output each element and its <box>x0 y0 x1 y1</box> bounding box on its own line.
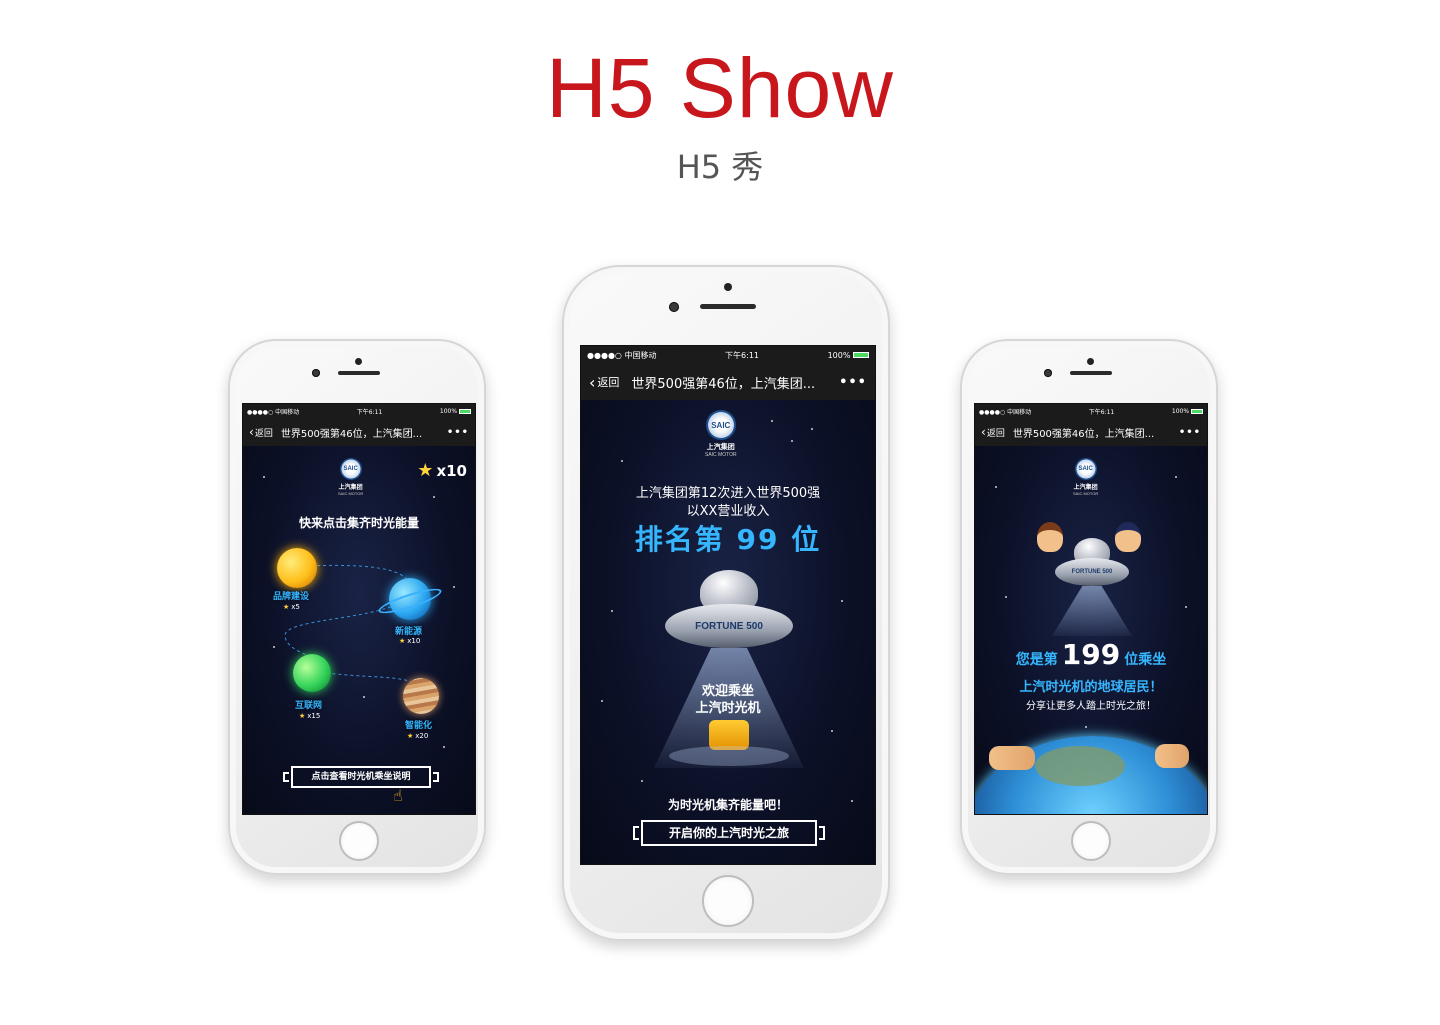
page-title: H5 Show <box>546 41 894 135</box>
status-bar: ●●●●○ 中国移动 下午6:11 100% <box>243 404 475 418</box>
rider-number-line: 您是第 199 位乘坐 <box>1015 638 1167 671</box>
screen-left: ●●●●○ 中国移动 下午6:11 100% ‹ 返回 世界500强第46位，上… <box>242 403 476 815</box>
beam-platform <box>669 746 789 766</box>
planet-internet[interactable] <box>293 654 331 692</box>
rank-headline: 排名第 99 位 <box>634 523 822 556</box>
welcome-line-2: 上汽时光机 <box>695 701 761 716</box>
saic-logo: SAIC 上汽集团 SAIC MOTOR <box>1073 458 1098 496</box>
nav-title: 世界500强第46位，上汽集团... <box>631 376 816 392</box>
time-machine-ufo: FORTUNE 500 <box>1037 538 1147 638</box>
phone-left: ●●●●○ 中国移动 下午6:11 100% ‹ 返回 世界500强第46位，上… <box>228 339 486 875</box>
nav-bar: ‹ 返回 世界500强第46位，上汽集团... ••• <box>975 418 1207 446</box>
more-menu-button[interactable]: ••• <box>1179 427 1201 438</box>
carrier-label: ●●●●○ 中国移动 <box>247 408 300 416</box>
battery-label: 100% <box>1172 408 1203 415</box>
fortune-500-disc: FORTUNE 500 <box>665 604 793 648</box>
home-button[interactable] <box>702 875 754 927</box>
fortune-500-disc: FORTUNE 500 <box>1055 558 1129 586</box>
instructions-button[interactable]: 点击查看时光机乘坐说明 <box>283 766 439 788</box>
orbit-path <box>284 564 424 697</box>
chevron-left-icon: ‹ <box>249 425 254 439</box>
home-button[interactable] <box>339 821 379 861</box>
proximity-sensor-icon <box>1044 369 1052 377</box>
carrier-label: ●●●●○ 中国移动 <box>587 350 657 360</box>
planet-intelligence-label: 智能化 <box>405 721 433 731</box>
front-camera-icon <box>1087 358 1094 365</box>
carrier-label: ●●●●○ 中国移动 <box>979 408 1032 416</box>
front-camera-icon <box>724 283 732 291</box>
saic-badge-icon: SAIC <box>1074 458 1097 480</box>
saic-badge-icon: SAIC <box>705 410 736 440</box>
home-button[interactable] <box>1071 821 1111 861</box>
chevron-left-icon: ‹ <box>589 372 596 392</box>
clock-label: 下午6:11 <box>356 408 383 416</box>
status-bar: ●●●●○ 中国移动 下午6:11 100% <box>975 404 1207 418</box>
status-bar: ●●●●○ 中国移动 下午6:11 100% <box>581 346 875 364</box>
nav-title: 世界500强第46位，上汽集团... <box>280 428 423 440</box>
star-icon: ★ <box>283 603 290 611</box>
phone-center: ●●●●○ 中国移动 下午6:11 100% ‹ 返回 世界500强第46位，上… <box>562 265 890 941</box>
intro-line-2: 以XX营业收入 <box>686 504 770 519</box>
back-label: 返回 <box>254 428 273 439</box>
planet-brand-count: ★ x5 <box>283 603 300 611</box>
h5-content-center: SAIC 上汽集团 SAIC MOTOR 上汽集团第12次进入世界500强 以X… <box>581 400 875 864</box>
phone-right: ●●●●○ 中国移动 下午6:11 100% ‹ 返回 世界500强第46位，上… <box>960 339 1218 875</box>
share-line: 分享让更多人踏上时光之旅！ <box>1026 701 1156 712</box>
earpiece-speaker <box>1070 371 1112 375</box>
clock-label: 下午6:11 <box>1088 408 1115 416</box>
star-icon: ★ <box>399 637 406 645</box>
planet-internet-label: 互联网 <box>295 701 323 711</box>
saic-logo: SAIC 上汽集团 SAIC MOTOR <box>705 410 737 458</box>
back-label: 返回 <box>597 376 620 389</box>
planet-intelligence[interactable] <box>403 678 439 714</box>
pointing-hand-icon: ☝ <box>393 786 403 805</box>
rider-number: 199 <box>1061 638 1121 671</box>
chevron-left-icon: ‹ <box>981 425 986 439</box>
page-subtitle: H5 秀 <box>676 148 764 186</box>
planet-new-energy-count: ★ x10 <box>399 637 421 645</box>
planet-internet-count: ★ x15 <box>299 712 321 720</box>
nav-bar: ‹ 返回 世界500强第46位，上汽集团... ••• <box>581 364 875 400</box>
people-group-left <box>989 746 1035 770</box>
planet-brand-label: 品牌建设 <box>273 592 310 602</box>
planet-new-energy-label: 新能源 <box>395 627 423 637</box>
planet-intelligence-count: ★ x20 <box>407 732 429 740</box>
proximity-sensor-icon <box>669 302 679 312</box>
earpiece-speaker <box>338 371 380 375</box>
h5-content-right: SAIC 上汽集团 SAIC MOTOR FORTUNE 500 您是第 199 位… <box>975 446 1207 814</box>
intro-line-1: 上汽集团第12次进入世界500强 <box>635 486 821 501</box>
nav-bar: ‹ 返回 世界500强第46位，上汽集团... ••• <box>243 418 475 446</box>
people-group-right <box>1155 744 1189 768</box>
more-menu-button[interactable]: ••• <box>839 375 867 390</box>
more-menu-button[interactable]: ••• <box>447 427 469 438</box>
screen-center: ●●●●○ 中国移动 下午6:11 100% ‹ 返回 世界500强第46位，上… <box>580 345 876 865</box>
earth-land <box>1035 746 1125 786</box>
front-camera-icon <box>355 358 362 365</box>
back-button[interactable]: ‹ 返回 <box>981 425 1005 439</box>
battery-label: 100% <box>828 351 869 360</box>
back-button[interactable]: ‹ 返回 <box>589 373 619 392</box>
back-label: 返回 <box>986 428 1005 439</box>
proximity-sensor-icon <box>312 369 320 377</box>
nav-title: 世界500强第46位，上汽集团... <box>1012 428 1155 440</box>
rider-line-2: 上汽时光机的地球居民！ <box>1019 680 1163 695</box>
battery-icon <box>459 408 471 414</box>
planet-brand[interactable] <box>277 548 317 588</box>
energy-prompt: 为时光机集齐能量吧！ <box>667 798 788 812</box>
battery-icon <box>1191 408 1203 414</box>
star-icon: ★ <box>407 732 414 740</box>
clock-label: 下午6:11 <box>725 350 759 360</box>
earpiece-speaker <box>700 304 756 309</box>
start-journey-button[interactable]: 开启你的上汽时光之旅 <box>633 820 825 846</box>
battery-label: 100% <box>440 408 471 415</box>
screen-right: ●●●●○ 中国移动 下午6:11 100% ‹ 返回 世界500强第46位，上… <box>974 403 1208 815</box>
star-icon: ★ <box>299 712 306 720</box>
back-button[interactable]: ‹ 返回 <box>249 425 273 439</box>
h5-content-left: SAIC 上汽集团 SAIC MOTOR ★ x10 快来点击集齐时光能量 品牌… <box>243 446 475 814</box>
battery-icon <box>853 352 869 358</box>
